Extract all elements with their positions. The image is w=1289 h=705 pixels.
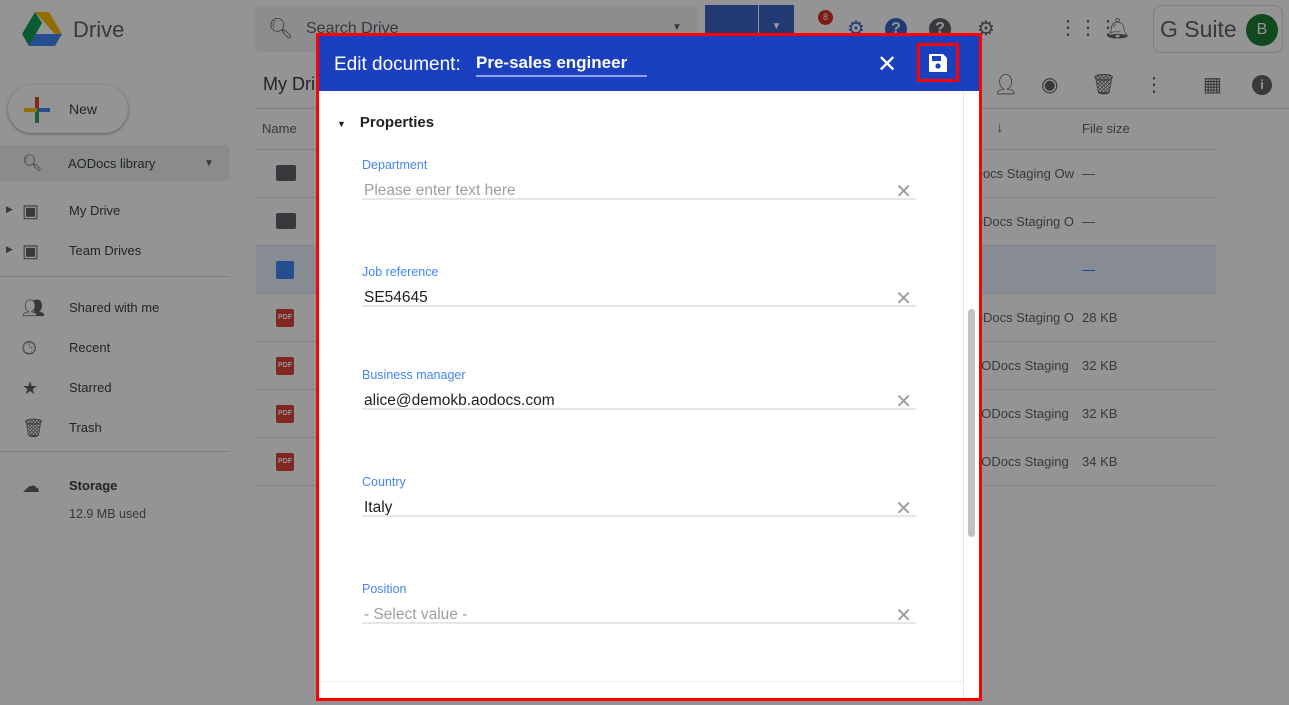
field-underline	[362, 515, 916, 517]
field-underline	[362, 305, 916, 307]
dialog-title: Edit document:	[334, 54, 461, 75]
clear-icon[interactable]: ✕	[895, 179, 912, 204]
clear-icon[interactable]: ✕	[895, 496, 912, 521]
edit-document-dialog: Edit document: Pre-sales engineer ✕ ▼ Pro…	[316, 33, 982, 701]
field-underline	[362, 622, 916, 624]
scrollbar-thumb[interactable]	[968, 309, 975, 537]
clear-icon[interactable]: ✕	[895, 389, 912, 414]
field-label: Department	[362, 158, 428, 172]
document-name-input[interactable]: Pre-sales engineer	[476, 53, 647, 77]
save-icon	[929, 54, 947, 72]
save-button[interactable]	[917, 43, 959, 82]
clear-icon[interactable]: ✕	[895, 603, 912, 628]
field-label: Business manager	[362, 368, 466, 382]
field-underline	[362, 198, 916, 200]
field-job-reference: Job reference SE54645 ✕	[362, 265, 916, 310]
caret-down-icon: ▼	[337, 119, 346, 129]
field-label: Position	[362, 582, 407, 596]
field-country: Country Italy ✕	[362, 475, 916, 520]
field-business-manager: Business manager alice@demokb.aodocs.com ✕	[362, 368, 916, 413]
scrollbar[interactable]	[963, 91, 979, 698]
properties-section-toggle[interactable]: ▼ Properties	[337, 114, 434, 131]
field-position: Position - Select value - ✕	[362, 582, 916, 627]
field-label: Job reference	[362, 265, 439, 279]
divider	[319, 681, 963, 682]
dialog-header: Edit document: Pre-sales engineer ✕	[319, 36, 979, 91]
field-underline	[362, 408, 916, 410]
close-icon[interactable]: ✕	[877, 50, 897, 79]
field-label: Country	[362, 475, 406, 489]
clear-icon[interactable]: ✕	[895, 286, 912, 311]
field-department: Department Please enter text here ✕	[362, 158, 916, 203]
